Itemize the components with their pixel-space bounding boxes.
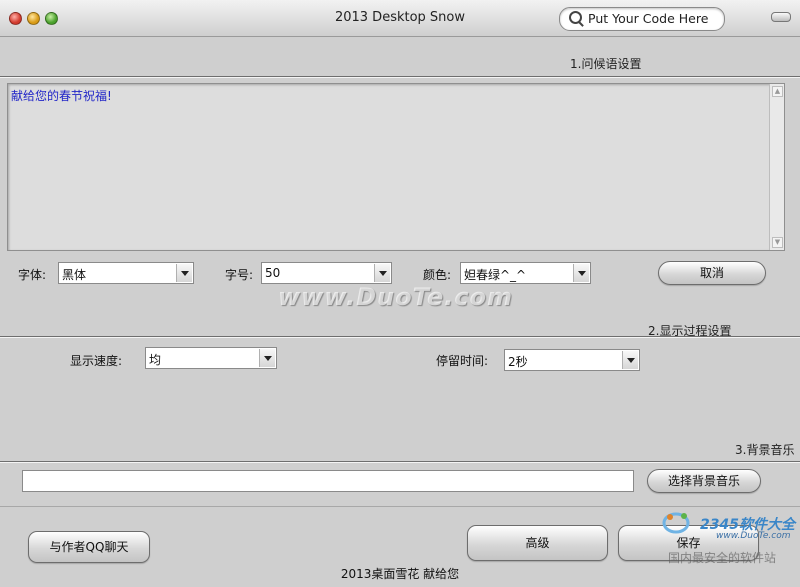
cancel-button[interactable]: 取消 — [658, 261, 766, 285]
section-greeting-label: 1.问候语设置 — [570, 57, 642, 71]
brand-logo-icon — [662, 512, 690, 534]
chat-author-button[interactable]: 与作者QQ聊天 — [28, 531, 150, 563]
section-music-label: 3.背景音乐 — [735, 443, 795, 457]
textarea-scrollbar[interactable]: ▲ ▼ — [769, 84, 784, 250]
speed-label: 显示速度: — [70, 354, 123, 368]
greeting-text: 献给您的春节祝福! — [11, 89, 112, 103]
search-placeholder: Put Your Code Here — [588, 11, 709, 26]
size-value: 50 — [265, 266, 281, 280]
dropdown-button[interactable] — [573, 264, 589, 282]
chevron-down-icon — [264, 356, 272, 361]
color-value: 妲春绿^_^ — [464, 268, 527, 282]
speed-value: 均 — [149, 353, 162, 367]
brand-url-watermark: www.DuoTe.com — [716, 531, 791, 541]
dropdown-button[interactable] — [374, 264, 390, 282]
color-label: 颜色: — [423, 268, 452, 282]
title-bar: 2013 Desktop Snow Put Your Code Here — [0, 0, 800, 37]
chevron-down-icon — [627, 358, 635, 363]
color-select[interactable]: 妲春绿^_^ — [460, 262, 591, 284]
divider — [0, 337, 800, 338]
size-select[interactable]: 50 — [261, 262, 392, 284]
scroll-up-arrow-icon[interactable]: ▲ — [772, 86, 783, 97]
search-icon — [569, 11, 582, 24]
dropdown-button[interactable] — [259, 349, 275, 367]
search-field[interactable]: Put Your Code Here — [559, 7, 725, 31]
font-value: 黑体 — [62, 268, 87, 282]
choose-music-button[interactable]: 选择背景音乐 — [647, 469, 761, 493]
speed-select[interactable]: 均 — [145, 347, 277, 369]
divider — [0, 77, 800, 78]
chevron-down-icon — [181, 271, 189, 276]
font-label: 字体: — [18, 268, 47, 282]
dropdown-button[interactable] — [176, 264, 192, 282]
brand-tagline-watermark: 国内最安全的软件站 — [668, 551, 777, 565]
stay-label: 停留时间: — [436, 354, 489, 368]
dropdown-button[interactable] — [622, 351, 638, 369]
advanced-button[interactable]: 高级 — [467, 525, 608, 561]
font-select[interactable]: 黑体 — [58, 262, 194, 284]
toolbar-toggle-button[interactable] — [771, 12, 791, 22]
scroll-down-arrow-icon[interactable]: ▼ — [772, 237, 783, 248]
size-label: 字号: — [225, 268, 254, 282]
stay-value: 2秒 — [508, 355, 528, 369]
divider — [0, 462, 800, 463]
greeting-textarea[interactable]: 献给您的春节祝福! ▲ ▼ — [7, 83, 785, 251]
chevron-down-icon — [379, 271, 387, 276]
credit-text: 2013桌面雪花 献给您 — [340, 567, 460, 581]
stay-select[interactable]: 2秒 — [504, 349, 640, 371]
duote-watermark: www.DuoTe.com — [278, 283, 513, 311]
chevron-down-icon — [578, 271, 586, 276]
music-path-input[interactable] — [22, 470, 634, 492]
